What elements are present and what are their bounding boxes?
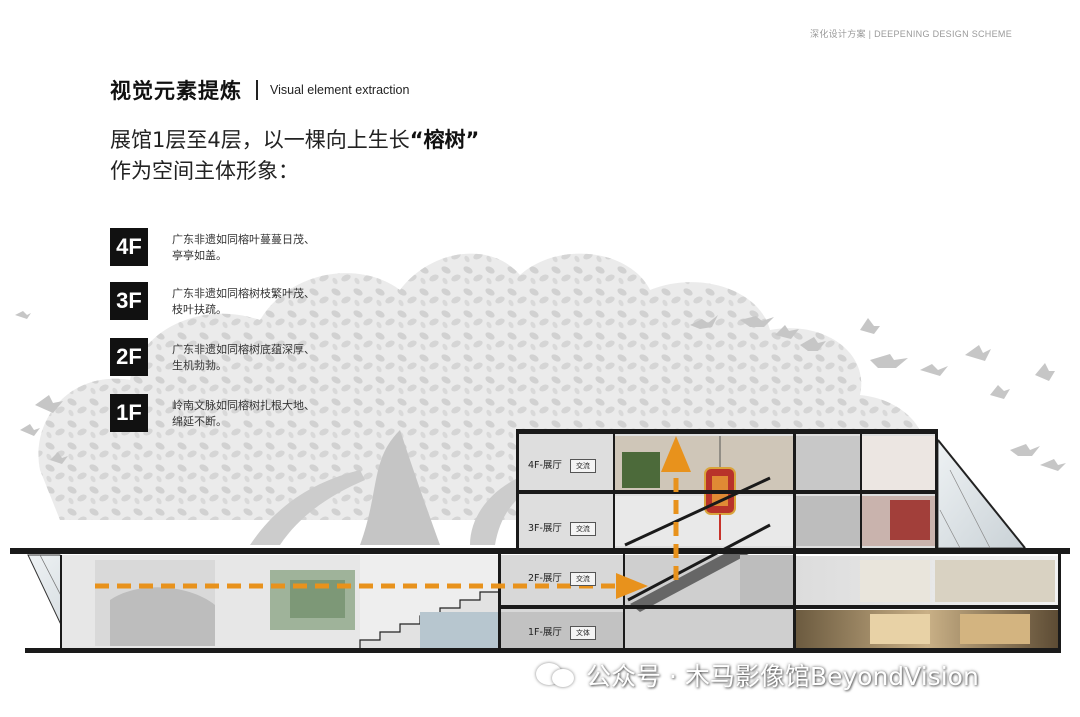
section-tag-3f: 交流	[569, 521, 596, 536]
floor-desc-1f: 岭南文脉如同榕树扎根大地、 绵延不断。	[172, 399, 315, 428]
page-title-en: Visual element extraction	[270, 83, 410, 97]
floor-badge-3f: 3F	[110, 282, 148, 320]
headline-line2: 作为空间主体形象：	[110, 159, 299, 183]
floor-desc-3f: 广东非遗如同榕树枝繁叶茂、 枝叶扶疏。	[172, 287, 315, 316]
wechat-watermark: 公众号 · 木马影像馆BeyondVision	[536, 658, 979, 692]
section-label-2f: 2F-展厅 交流	[528, 570, 596, 586]
floor-badge-1f: 1F	[110, 394, 148, 432]
headline: 展馆1层至4层，以一棵向上生长“榕树” 作为空间主体形象：	[110, 125, 479, 187]
wechat-logo-icon	[536, 661, 576, 689]
title-divider	[256, 80, 258, 100]
headline-highlight: “榕树”	[409, 128, 480, 152]
section-tag-1f: 文体	[569, 625, 596, 640]
header-section-tag: 深化设计方案 | DEEPENING DESIGN SCHEME	[810, 29, 1012, 39]
floor-badge-2f: 2F	[110, 338, 148, 376]
floor-item-2f: 2F 广东非遗如同榕树底蕴深厚、 生机勃勃。	[110, 338, 370, 378]
section-tag-2f: 交流	[569, 571, 596, 586]
floor-item-4f: 4F 广东非遗如同榕叶蔓蔓日茂、 亭亭如盖。	[110, 228, 370, 268]
headline-line1: 展馆1层至4层，以一棵向上生长“榕树”	[110, 128, 480, 152]
floor-desc-4f: 广东非遗如同榕叶蔓蔓日茂、 亭亭如盖。	[172, 233, 315, 262]
section-label-4f: 4F-展厅 交流	[528, 457, 596, 473]
section-label-1f: 1F-展厅 文体	[528, 624, 596, 640]
page-title-cn: 视觉元素提炼	[110, 78, 242, 103]
floor-item-1f: 1F 岭南文脉如同榕树扎根大地、 绵延不断。	[110, 394, 370, 434]
floor-item-3f: 3F 广东非遗如同榕树枝繁叶茂、 枝叶扶疏。	[110, 282, 370, 322]
page-title: 视觉元素提炼 Visual element extraction	[110, 75, 409, 105]
section-label-3f: 3F-展厅 交流	[528, 520, 596, 536]
section-tag-4f: 交流	[569, 458, 596, 473]
floor-desc-2f: 广东非遗如同榕树底蕴深厚、 生机勃勃。	[172, 343, 315, 372]
floor-badge-4f: 4F	[110, 228, 148, 266]
watermark-text: 公众号 · 木马影像馆BeyondVision	[586, 662, 979, 691]
